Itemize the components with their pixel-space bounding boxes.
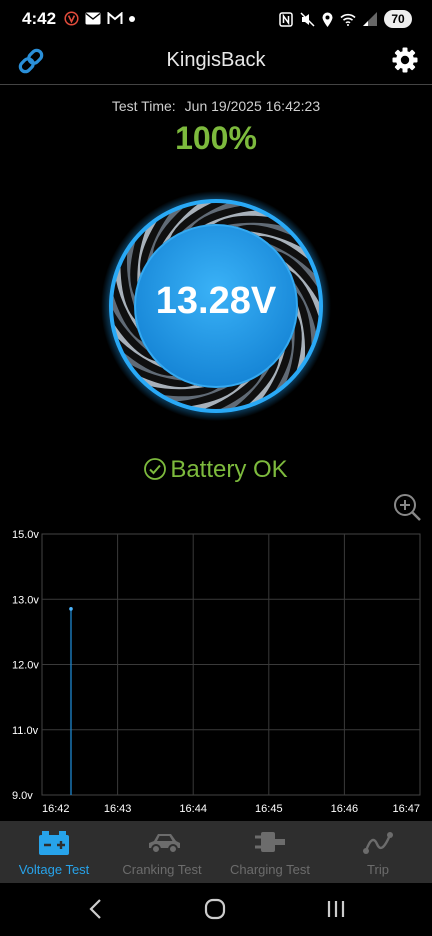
- mail-icon: [85, 12, 101, 25]
- battery-percent: 100%: [175, 120, 257, 156]
- app-title: KingisBack: [166, 49, 266, 71]
- check-circle-icon: [144, 458, 167, 480]
- zoom-in-icon[interactable]: [392, 492, 422, 522]
- nfc-icon: [279, 11, 293, 27]
- tab-voltage-test[interactable]: Voltage Test: [0, 821, 108, 883]
- status-bar: 4:42 70: [0, 0, 432, 40]
- battery-status-text: Battery OK: [170, 456, 288, 483]
- x-tick-label: 16:44: [179, 803, 207, 815]
- home-icon[interactable]: [195, 895, 235, 923]
- chart-data-point: [69, 607, 73, 611]
- y-tick-label: 12.0v: [12, 660, 39, 672]
- voltage-reading: 13.28V: [155, 280, 277, 322]
- tab-cranking-test[interactable]: Cranking Test: [108, 821, 216, 883]
- vpn-icon: [64, 11, 79, 26]
- test-time-value: Jun 19/2025 16:42:23: [184, 98, 321, 114]
- x-tick-label: 16:43: [104, 803, 132, 815]
- gmail-icon: [107, 12, 123, 24]
- battery-icon: [39, 831, 69, 855]
- app-header: KingisBack: [0, 40, 432, 85]
- tab-label: Trip: [367, 862, 389, 877]
- y-tick-label: 15.0v: [12, 529, 39, 541]
- bottom-tab-bar: Voltage Test Cranking Test Charging Test…: [0, 821, 432, 883]
- tab-charging-test[interactable]: Charging Test: [216, 821, 324, 883]
- x-tick-label: 16:42: [42, 803, 70, 815]
- notification-dot-icon: [129, 15, 135, 22]
- mute-icon: [300, 11, 315, 27]
- x-tick-label: 16:45: [255, 803, 283, 815]
- y-tick-label: 9.0v: [12, 790, 33, 802]
- status-time: 4:42: [22, 9, 57, 28]
- signal-icon: [363, 12, 377, 26]
- x-tick-label: 16:46: [331, 803, 359, 815]
- location-icon: [322, 12, 333, 27]
- tab-label: Voltage Test: [18, 862, 90, 877]
- wifi-icon: [340, 13, 356, 26]
- battery-level-badge: 70: [384, 10, 412, 28]
- y-tick-label: 13.0v: [12, 594, 39, 606]
- plug-icon: [255, 832, 285, 852]
- battery-status: Battery OK: [0, 456, 432, 484]
- test-time-label: Test Time:: [111, 98, 176, 114]
- system-nav-bar: [0, 883, 432, 936]
- tab-label: Charging Test: [230, 862, 310, 877]
- trip-icon: [363, 832, 393, 854]
- voltage-chart[interactable]: 15.0v 13.0v 12.0v 11.0v 9.0v 16:42 16:43 16:44…: [0, 520, 432, 820]
- car-icon: [149, 834, 180, 854]
- tab-trip[interactable]: Trip: [324, 821, 432, 883]
- recents-icon[interactable]: [316, 895, 356, 923]
- gear-icon[interactable]: [390, 45, 420, 75]
- back-icon[interactable]: [76, 895, 116, 923]
- chart-grid: [42, 534, 420, 795]
- y-tick-label: 11.0v: [12, 725, 39, 737]
- tab-label: Cranking Test: [122, 862, 202, 877]
- test-time: Test Time: Jun 19/2025 16:42:23: [0, 98, 432, 114]
- x-tick-label: 16:47: [392, 803, 420, 815]
